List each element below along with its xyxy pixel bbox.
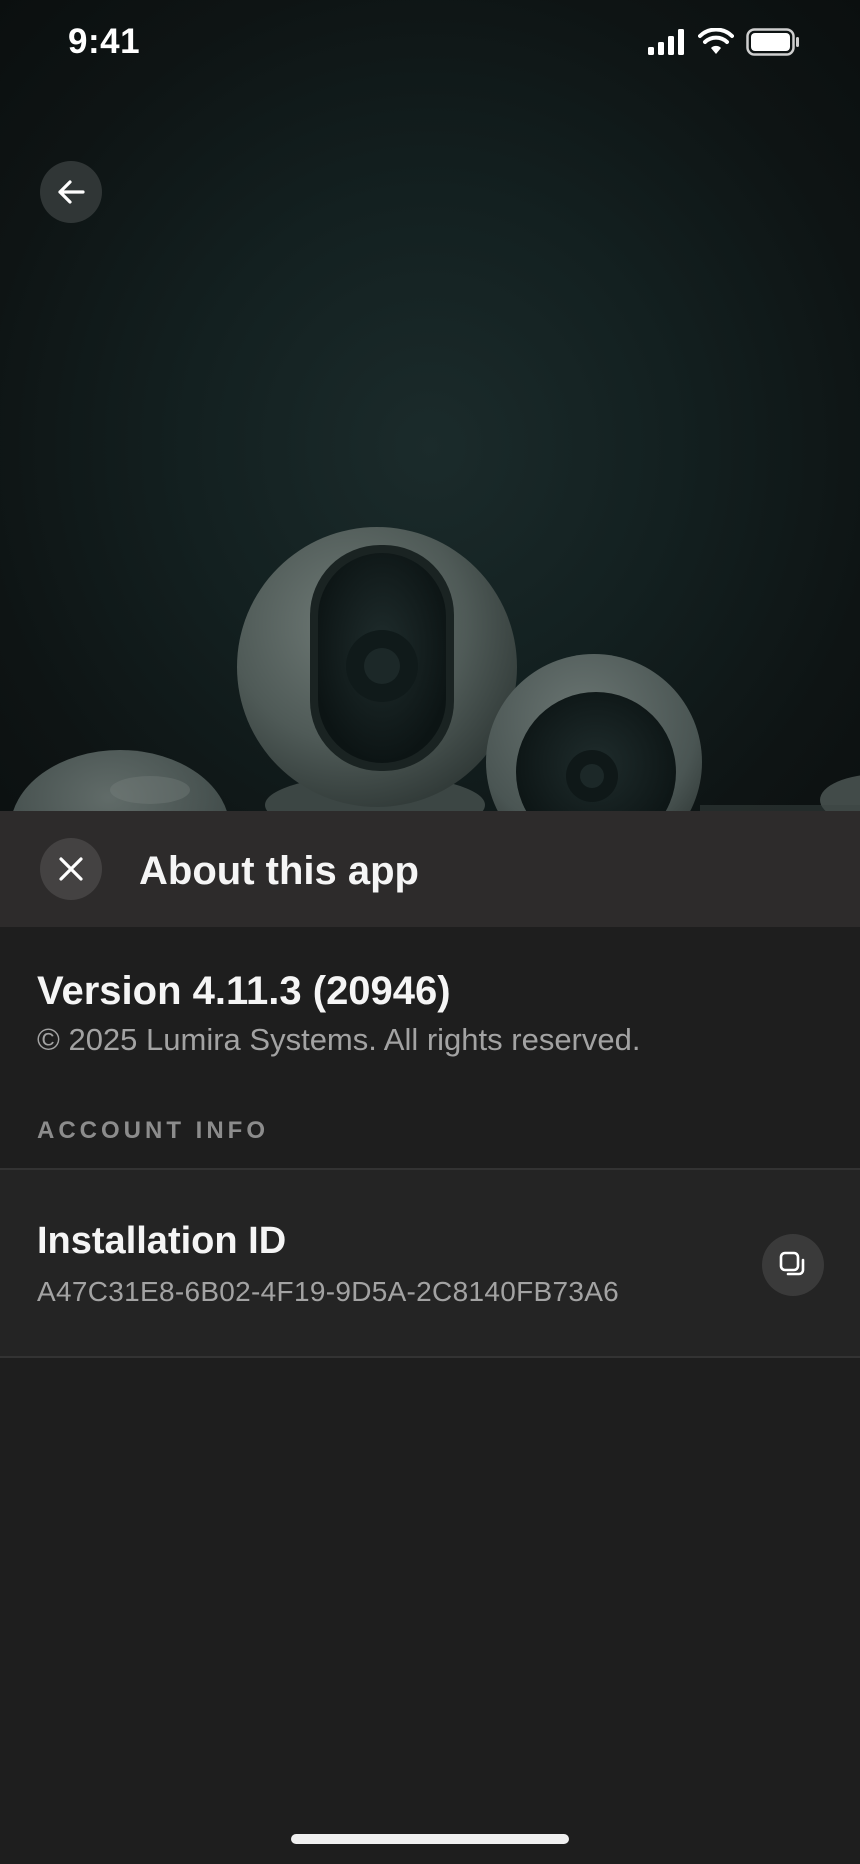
back-button[interactable] — [40, 161, 102, 223]
status-bar: 9:41 — [0, 0, 860, 90]
close-icon — [59, 857, 83, 881]
close-button[interactable] — [40, 838, 102, 900]
status-time: 9:41 — [68, 22, 141, 61]
hero-image — [0, 0, 860, 812]
arrow-left-icon — [58, 180, 85, 204]
copyright-text: © 2025 Lumira Systems. All rights reserv… — [37, 1022, 641, 1057]
status-icons — [648, 28, 800, 56]
security-cameras-illustration — [12, 527, 860, 812]
installation-id-label: Installation ID — [37, 1220, 287, 1262]
about-sheet: About this app Version 4.11.3 (20946) © … — [0, 811, 860, 1864]
app-version: Version 4.11.3 (20946) — [37, 969, 451, 1013]
sheet-title: About this app — [139, 849, 419, 893]
sheet-header: About this app — [0, 811, 860, 927]
copy-icon — [779, 1251, 805, 1276]
section-label-account-info: ACCOUNT INFO — [37, 1117, 269, 1144]
copy-installation-id-button[interactable] — [762, 1234, 824, 1296]
battery-icon — [746, 28, 799, 56]
home-indicator — [291, 1834, 569, 1844]
wifi-icon — [698, 28, 734, 54]
installation-id-value: A47C31E8-6B02-4F19-9D5A-2C8140FB73A6 — [37, 1276, 620, 1307]
cellular-signal-icon — [648, 29, 684, 55]
installation-id-row: Installation ID A47C31E8-6B02-4F19-9D5A-… — [0, 1168, 860, 1358]
